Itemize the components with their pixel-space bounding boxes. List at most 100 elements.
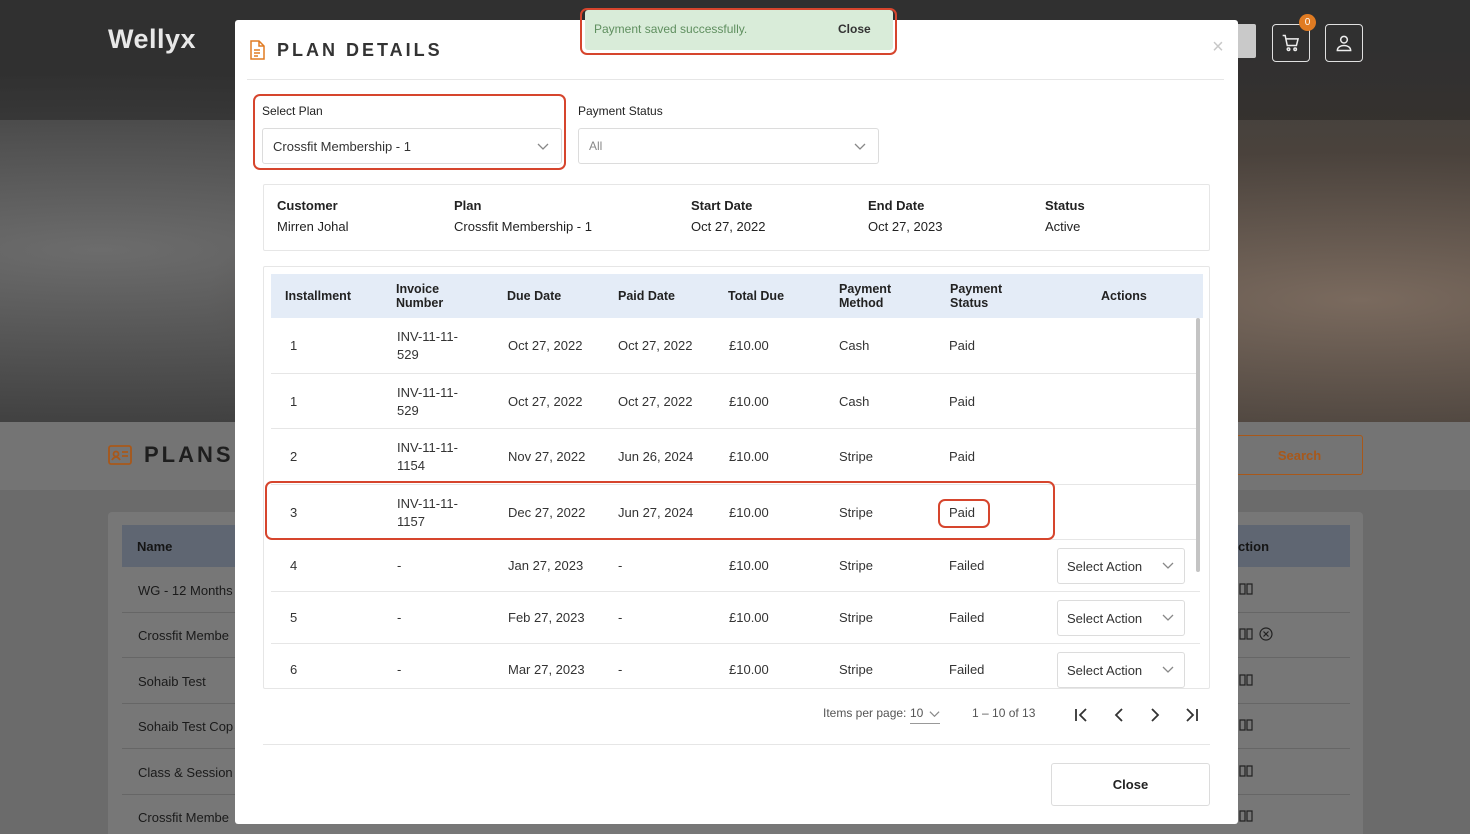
header-method-line1: Payment — [839, 282, 892, 296]
summary-plan-label: Plan — [454, 198, 482, 213]
book-icon[interactable] — [1238, 626, 1254, 642]
plan-name: Crossfit Membe — [138, 628, 230, 643]
first-page-icon[interactable] — [1073, 706, 1091, 724]
plan-name: Sohaib Test Cop — [138, 719, 234, 734]
select-plan-value: Crossfit Membership - 1 — [273, 139, 411, 154]
header-due-date: Due Date — [507, 289, 562, 303]
chevron-down-icon — [1162, 666, 1174, 673]
header-payment-method: Payment Method — [839, 282, 891, 310]
cell-total-due: £10.00 — [729, 558, 769, 573]
cell-payment-method: Cash — [839, 338, 870, 353]
plans-action-header: ction — [1238, 539, 1270, 554]
summary-end-date-value: Oct 27, 2023 — [868, 219, 943, 234]
plan-summary: Customer Mirren Johal Plan Crossfit Memb… — [263, 184, 1210, 251]
toast-close-button[interactable]: Close — [838, 22, 871, 36]
book-icon[interactable] — [1238, 581, 1254, 597]
plans-title-text: PLANS — [144, 442, 234, 467]
installment-row: 6 - Mar 27, 2023 - £10.00 Stripe Failed Select … — [271, 644, 1200, 688]
cell-installment: 3 — [290, 505, 298, 520]
next-page-icon[interactable] — [1146, 706, 1164, 724]
cell-total-due: £10.00 — [729, 505, 769, 520]
book-icon[interactable] — [1238, 717, 1254, 733]
close-button[interactable]: Close — [1051, 763, 1210, 806]
header-invoice-number: Invoice Number — [396, 282, 443, 310]
select-action-dropdown[interactable]: Select Action — [1057, 548, 1185, 584]
cell-payment-status: Paid — [949, 505, 976, 520]
book-icon[interactable] — [1238, 672, 1254, 688]
payment-status-value: All — [589, 139, 603, 153]
plan-row-actions — [1238, 672, 1254, 688]
cell-due-date: Oct 27, 2022 — [508, 394, 583, 409]
cell-paid-date: Jun 26, 2024 — [618, 449, 694, 464]
cell-payment-status: Failed — [949, 610, 985, 625]
cell-payment-method: Stripe — [839, 449, 873, 464]
select-action-dropdown[interactable]: Select Action — [1057, 652, 1185, 688]
cell-invoice-number[interactable]: INV-11-11- 1157 — [397, 495, 458, 531]
select-action-label: Select Action — [1067, 663, 1143, 678]
select-action-label: Select Action — [1067, 559, 1143, 574]
app-logo[interactable]: Wellyx — [108, 24, 196, 55]
cell-due-date: Feb 27, 2023 — [508, 610, 585, 625]
cell-invoice-number[interactable]: INV-11-11- 1154 — [397, 439, 458, 475]
user-icon — [1336, 35, 1352, 52]
cell-payment-method: Stripe — [839, 662, 873, 677]
plan-row-actions — [1238, 626, 1274, 642]
user-profile-button[interactable] — [1325, 24, 1363, 62]
cell-paid-date: Oct 27, 2022 — [618, 394, 693, 409]
cell-installment: 2 — [290, 449, 298, 464]
installment-row: 5 - Feb 27, 2023 - £10.00 Stripe Failed Select … — [271, 592, 1200, 644]
select-action-dropdown[interactable]: Select Action — [1057, 600, 1185, 636]
invoice-line2: 529 — [397, 347, 419, 362]
modal-title: PLAN DETAILS — [277, 40, 443, 60]
invoice-line2: 1154 — [397, 458, 425, 473]
cell-payment-method: Cash — [839, 394, 870, 409]
cart-count-badge: 0 — [1299, 14, 1316, 31]
cell-paid-date: Oct 27, 2022 — [618, 338, 693, 353]
invoice-line2: 529 — [397, 403, 419, 418]
plan-name: WG - 12 Months — [138, 583, 233, 598]
success-toast: Payment saved successfully. Close — [585, 10, 893, 50]
book-icon[interactable] — [1238, 763, 1254, 779]
invoice-line1: INV-11-11- — [397, 385, 458, 400]
header-total-due: Total Due — [728, 289, 785, 303]
search-button[interactable]: Search — [1236, 435, 1363, 475]
select-plan-dropdown[interactable]: Crossfit Membership - 1 — [262, 128, 562, 164]
summary-start-date-value: Oct 27, 2022 — [691, 219, 766, 234]
cell-payment-status: Paid — [949, 394, 976, 409]
header-invoice-line2: Number — [396, 296, 444, 310]
cell-installment: 5 — [290, 610, 298, 625]
cell-invoice-number: - — [397, 558, 402, 573]
summary-end-date-label: End Date — [868, 198, 925, 213]
book-icon[interactable] — [1238, 808, 1254, 824]
cart-icon — [1282, 34, 1300, 52]
page-size-value: 10 — [910, 706, 924, 720]
plan-row-actions — [1238, 581, 1254, 597]
cell-invoice-number[interactable]: INV-11-11- 529 — [397, 384, 458, 420]
cell-payment-status: Failed — [949, 662, 985, 677]
select-plan-label: Select Plan — [262, 104, 323, 118]
chevron-down-icon — [1162, 562, 1174, 569]
cell-invoice-number[interactable]: INV-11-11- 529 — [397, 328, 458, 364]
modal-close-icon[interactable]: × — [1209, 37, 1227, 57]
toast-message: Payment saved successfully. — [594, 22, 748, 36]
cell-due-date: Oct 27, 2022 — [508, 338, 583, 353]
installments-table-header: Installment Invoice Number Due Date Paid… — [271, 274, 1203, 318]
plan-name: Crossfit Membe — [138, 810, 230, 825]
header-payment-status: Payment Status — [950, 282, 1002, 310]
previous-page-icon[interactable] — [1110, 706, 1128, 724]
cell-invoice-number: - — [397, 662, 402, 677]
cell-payment-method: Stripe — [839, 505, 873, 520]
last-page-icon[interactable] — [1182, 706, 1200, 724]
cell-invoice-number: - — [397, 610, 402, 625]
installment-row: 1 INV-11-11- 529 Oct 27, 2022 Oct 27, 2022 £1… — [271, 318, 1200, 374]
cancel-circle-icon[interactable] — [1258, 626, 1274, 642]
payment-status-dropdown[interactable]: All — [578, 128, 879, 164]
cell-payment-method: Stripe — [839, 610, 873, 625]
page-size-select[interactable]: 10 — [910, 706, 940, 724]
table-vertical-scrollbar[interactable] — [1196, 318, 1200, 572]
cell-installment: 6 — [290, 662, 298, 677]
header-installment: Installment — [285, 289, 351, 303]
plans-section-title: PLANS — [108, 442, 234, 468]
items-per-page-label: Items per page: — [823, 706, 907, 720]
summary-end-date: End Date Oct 27, 2023 — [868, 198, 942, 234]
